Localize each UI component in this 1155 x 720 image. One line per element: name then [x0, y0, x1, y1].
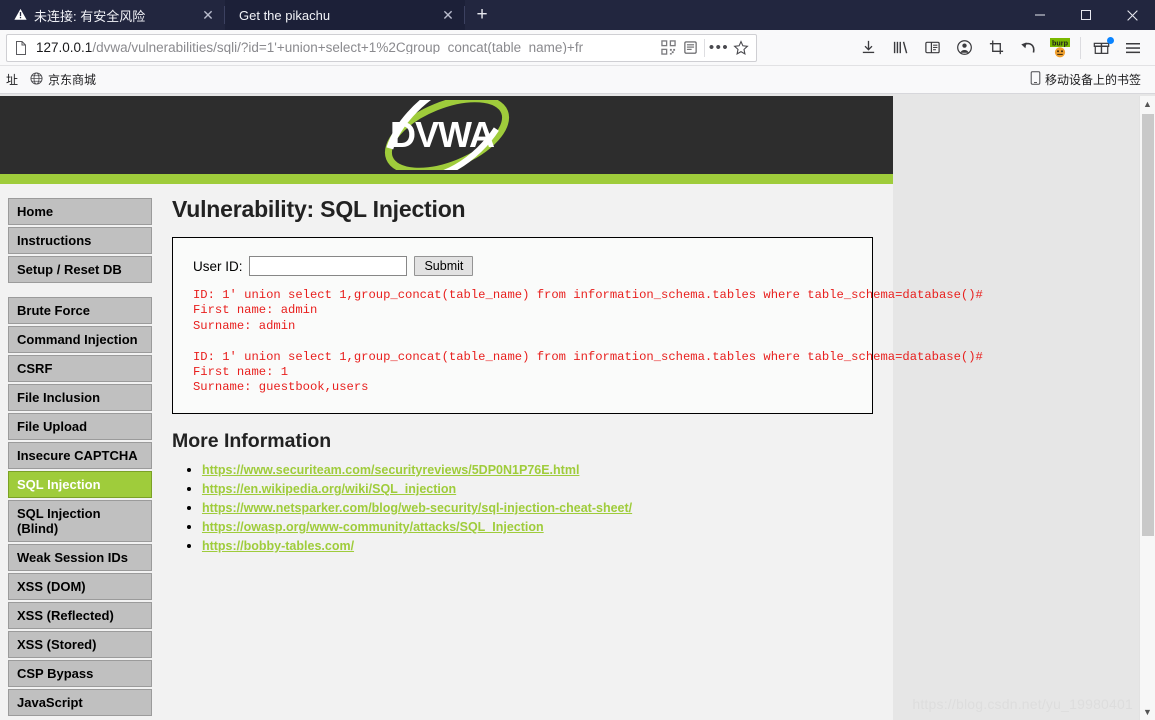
sidebar-item-weak-session-ids[interactable]: Weak Session IDs	[8, 544, 152, 571]
sidebar-item-home[interactable]: Home	[8, 198, 152, 225]
mobile-bookmarks-item[interactable]: 移动设备上的书签	[1024, 71, 1147, 88]
more-information-heading: More Information	[171, 430, 332, 452]
scroll-up-button[interactable]: ▲	[1140, 96, 1155, 112]
page-viewport: DVWA Home Instructions Setup / Reset DB …	[0, 96, 1155, 720]
close-button[interactable]	[1109, 0, 1155, 30]
tab-close-icon[interactable]: ✕	[437, 4, 459, 26]
sidebar-item-sql-injection[interactable]: SQL Injection	[8, 471, 152, 498]
sidebar-item-xss-reflected[interactable]: XSS (Reflected)	[8, 602, 152, 629]
more-info-link[interactable]: https://owasp.org/www-community/attacks/…	[202, 520, 544, 534]
sidebar-item-file-upload[interactable]: File Upload	[8, 413, 152, 440]
tab-strip: 未连接: 有安全风险 ✕ Get the pikachu ✕ +	[0, 0, 1155, 30]
scrollbar-thumb[interactable]	[1142, 114, 1154, 536]
svg-text:burp: burp	[1052, 38, 1069, 47]
browser-window: 未连接: 有安全风险 ✕ Get the pikachu ✕ + 127.0.0…	[0, 0, 1155, 720]
bookmark-item-jd[interactable]: 京东商城	[24, 71, 102, 88]
window-controls	[1017, 0, 1155, 30]
tab-title: Get the pikachu	[239, 7, 331, 23]
minimize-button[interactable]	[1017, 0, 1063, 30]
tab-title: 未连接: 有安全风险	[34, 8, 146, 24]
sidebar-item-xss-stored[interactable]: XSS (Stored)	[8, 631, 152, 658]
sidebar-item-brute-force[interactable]: Brute Force	[8, 297, 152, 324]
submit-button[interactable]: Submit	[414, 256, 474, 276]
new-tab-button[interactable]: +	[465, 0, 499, 30]
site-header: DVWA	[0, 96, 893, 180]
globe-icon	[30, 71, 43, 88]
reader-view-icon[interactable]	[679, 37, 701, 59]
page-info-icon[interactable]	[13, 40, 29, 56]
user-id-form: User ID: Submit	[193, 256, 856, 276]
url-path: /dvwa/vulnerabilities/sqli/?id=1'+union+…	[92, 40, 584, 55]
browser-tab-0[interactable]: 未连接: 有安全风险 ✕	[0, 0, 225, 30]
header-accent-bar	[0, 174, 893, 184]
extensions-icon[interactable]	[1085, 33, 1117, 63]
sidebar-item-insecure-captcha[interactable]: Insecure CAPTCHA	[8, 442, 152, 469]
vulnerability-panel: User ID: Submit ID: 1' union select 1,gr…	[171, 237, 983, 414]
page-title: Vulnerability: SQL Injection	[171, 196, 466, 222]
list-item: https://www.securiteam.com/securityrevie…	[202, 461, 873, 479]
bookmark-label: 京东商城	[48, 73, 97, 87]
watermark-text: https://blog.csdn.net/yu_19980401	[912, 696, 1133, 712]
bookmark-truncated[interactable]: 址	[0, 71, 24, 88]
sidebar-group-vulnerabilities: Brute Force Command Injection CSRF File …	[8, 297, 152, 716]
page-scrollbar[interactable]: ▲ ▼	[1139, 96, 1155, 720]
warning-triangle-icon	[14, 8, 27, 23]
sidebar-item-javascript[interactable]: JavaScript	[8, 689, 152, 716]
sidebar-nav: Home Instructions Setup / Reset DB Brute…	[0, 184, 160, 720]
account-icon[interactable]	[948, 33, 980, 63]
toolbar-divider	[1080, 36, 1081, 59]
sidebar-item-instructions[interactable]: Instructions	[8, 227, 152, 254]
mobile-bookmarks-label: 移动设备上的书签	[1044, 73, 1141, 87]
burp-suite-icon[interactable]: burp	[1044, 33, 1076, 63]
tab-close-icon[interactable]: ✕	[197, 4, 219, 26]
star-icon[interactable]	[730, 37, 752, 59]
qr-code-icon[interactable]	[657, 37, 679, 59]
undo-icon[interactable]	[1012, 33, 1044, 63]
dvwa-logo: DVWA	[347, 96, 547, 180]
library-icon[interactable]	[884, 33, 916, 63]
sidebar-item-xss-dom[interactable]: XSS (DOM)	[8, 573, 152, 600]
ellipsis-icon[interactable]: •••	[708, 37, 730, 59]
page-body: Home Instructions Setup / Reset DB Brute…	[0, 184, 983, 720]
toolbar-icons: burp	[846, 33, 1149, 63]
list-item: https://bobby-tables.com/	[202, 537, 873, 555]
sidebar-item-sql-injection-blind[interactable]: SQL Injection (Blind)	[8, 500, 152, 542]
sidebar-group-main: Home Instructions Setup / Reset DB	[8, 198, 152, 283]
more-info-link[interactable]: https://www.netsparker.com/blog/web-secu…	[202, 501, 632, 515]
url-host: 127.0.0.1	[36, 40, 93, 55]
more-information-list: https://www.securiteam.com/securityrevie…	[172, 461, 873, 555]
browser-tab-1[interactable]: Get the pikachu ✕	[225, 0, 465, 30]
dvwa-page: DVWA Home Instructions Setup / Reset DB …	[0, 96, 983, 720]
list-item: https://www.netsparker.com/blog/web-secu…	[202, 499, 873, 517]
sidebar-item-file-inclusion[interactable]: File Inclusion	[8, 384, 152, 411]
url-text[interactable]: 127.0.0.1/dvwa/vulnerabilities/sqli/?id=…	[36, 41, 657, 55]
url-bar[interactable]: 127.0.0.1/dvwa/vulnerabilities/sqli/?id=…	[6, 33, 757, 62]
sql-injection-output: ID: 1' union select 1,group_concat(table…	[192, 288, 983, 395]
maximize-button[interactable]	[1063, 0, 1109, 30]
sidebar-item-csp-bypass[interactable]: CSP Bypass	[8, 660, 152, 687]
navigation-toolbar: 127.0.0.1/dvwa/vulnerabilities/sqli/?id=…	[0, 30, 1155, 66]
scroll-down-button[interactable]: ▼	[1140, 704, 1155, 720]
more-info-link[interactable]: https://en.wikipedia.org/wiki/SQL_inject…	[202, 482, 456, 496]
tab-separator	[464, 6, 465, 24]
downloads-icon[interactable]	[852, 33, 884, 63]
sidebar-icon[interactable]	[916, 33, 948, 63]
screenshot-icon[interactable]	[980, 33, 1012, 63]
user-id-label: User ID:	[192, 258, 243, 274]
main-content: Vulnerability: SQL Injection User ID: Su…	[160, 184, 983, 720]
hamburger-menu-icon[interactable]	[1117, 33, 1149, 63]
mobile-device-icon	[1030, 71, 1041, 88]
sidebar-item-command-injection[interactable]: Command Injection	[8, 326, 152, 353]
list-item: https://owasp.org/www-community/attacks/…	[202, 518, 873, 536]
more-info-link[interactable]: https://bobby-tables.com/	[202, 539, 354, 553]
user-id-input[interactable]	[249, 256, 408, 276]
url-divider	[704, 38, 705, 57]
list-item: https://en.wikipedia.org/wiki/SQL_inject…	[202, 480, 873, 498]
sidebar-item-csrf[interactable]: CSRF	[8, 355, 152, 382]
bookmarks-toolbar: 址 京东商城 移动设备上的书签	[0, 66, 1155, 94]
sidebar-item-setup-reset-db[interactable]: Setup / Reset DB	[8, 256, 152, 283]
more-info-link[interactable]: https://www.securiteam.com/securityrevie…	[202, 463, 579, 477]
svg-text:DVWA: DVWA	[390, 114, 495, 155]
extension-badge	[1107, 36, 1114, 44]
